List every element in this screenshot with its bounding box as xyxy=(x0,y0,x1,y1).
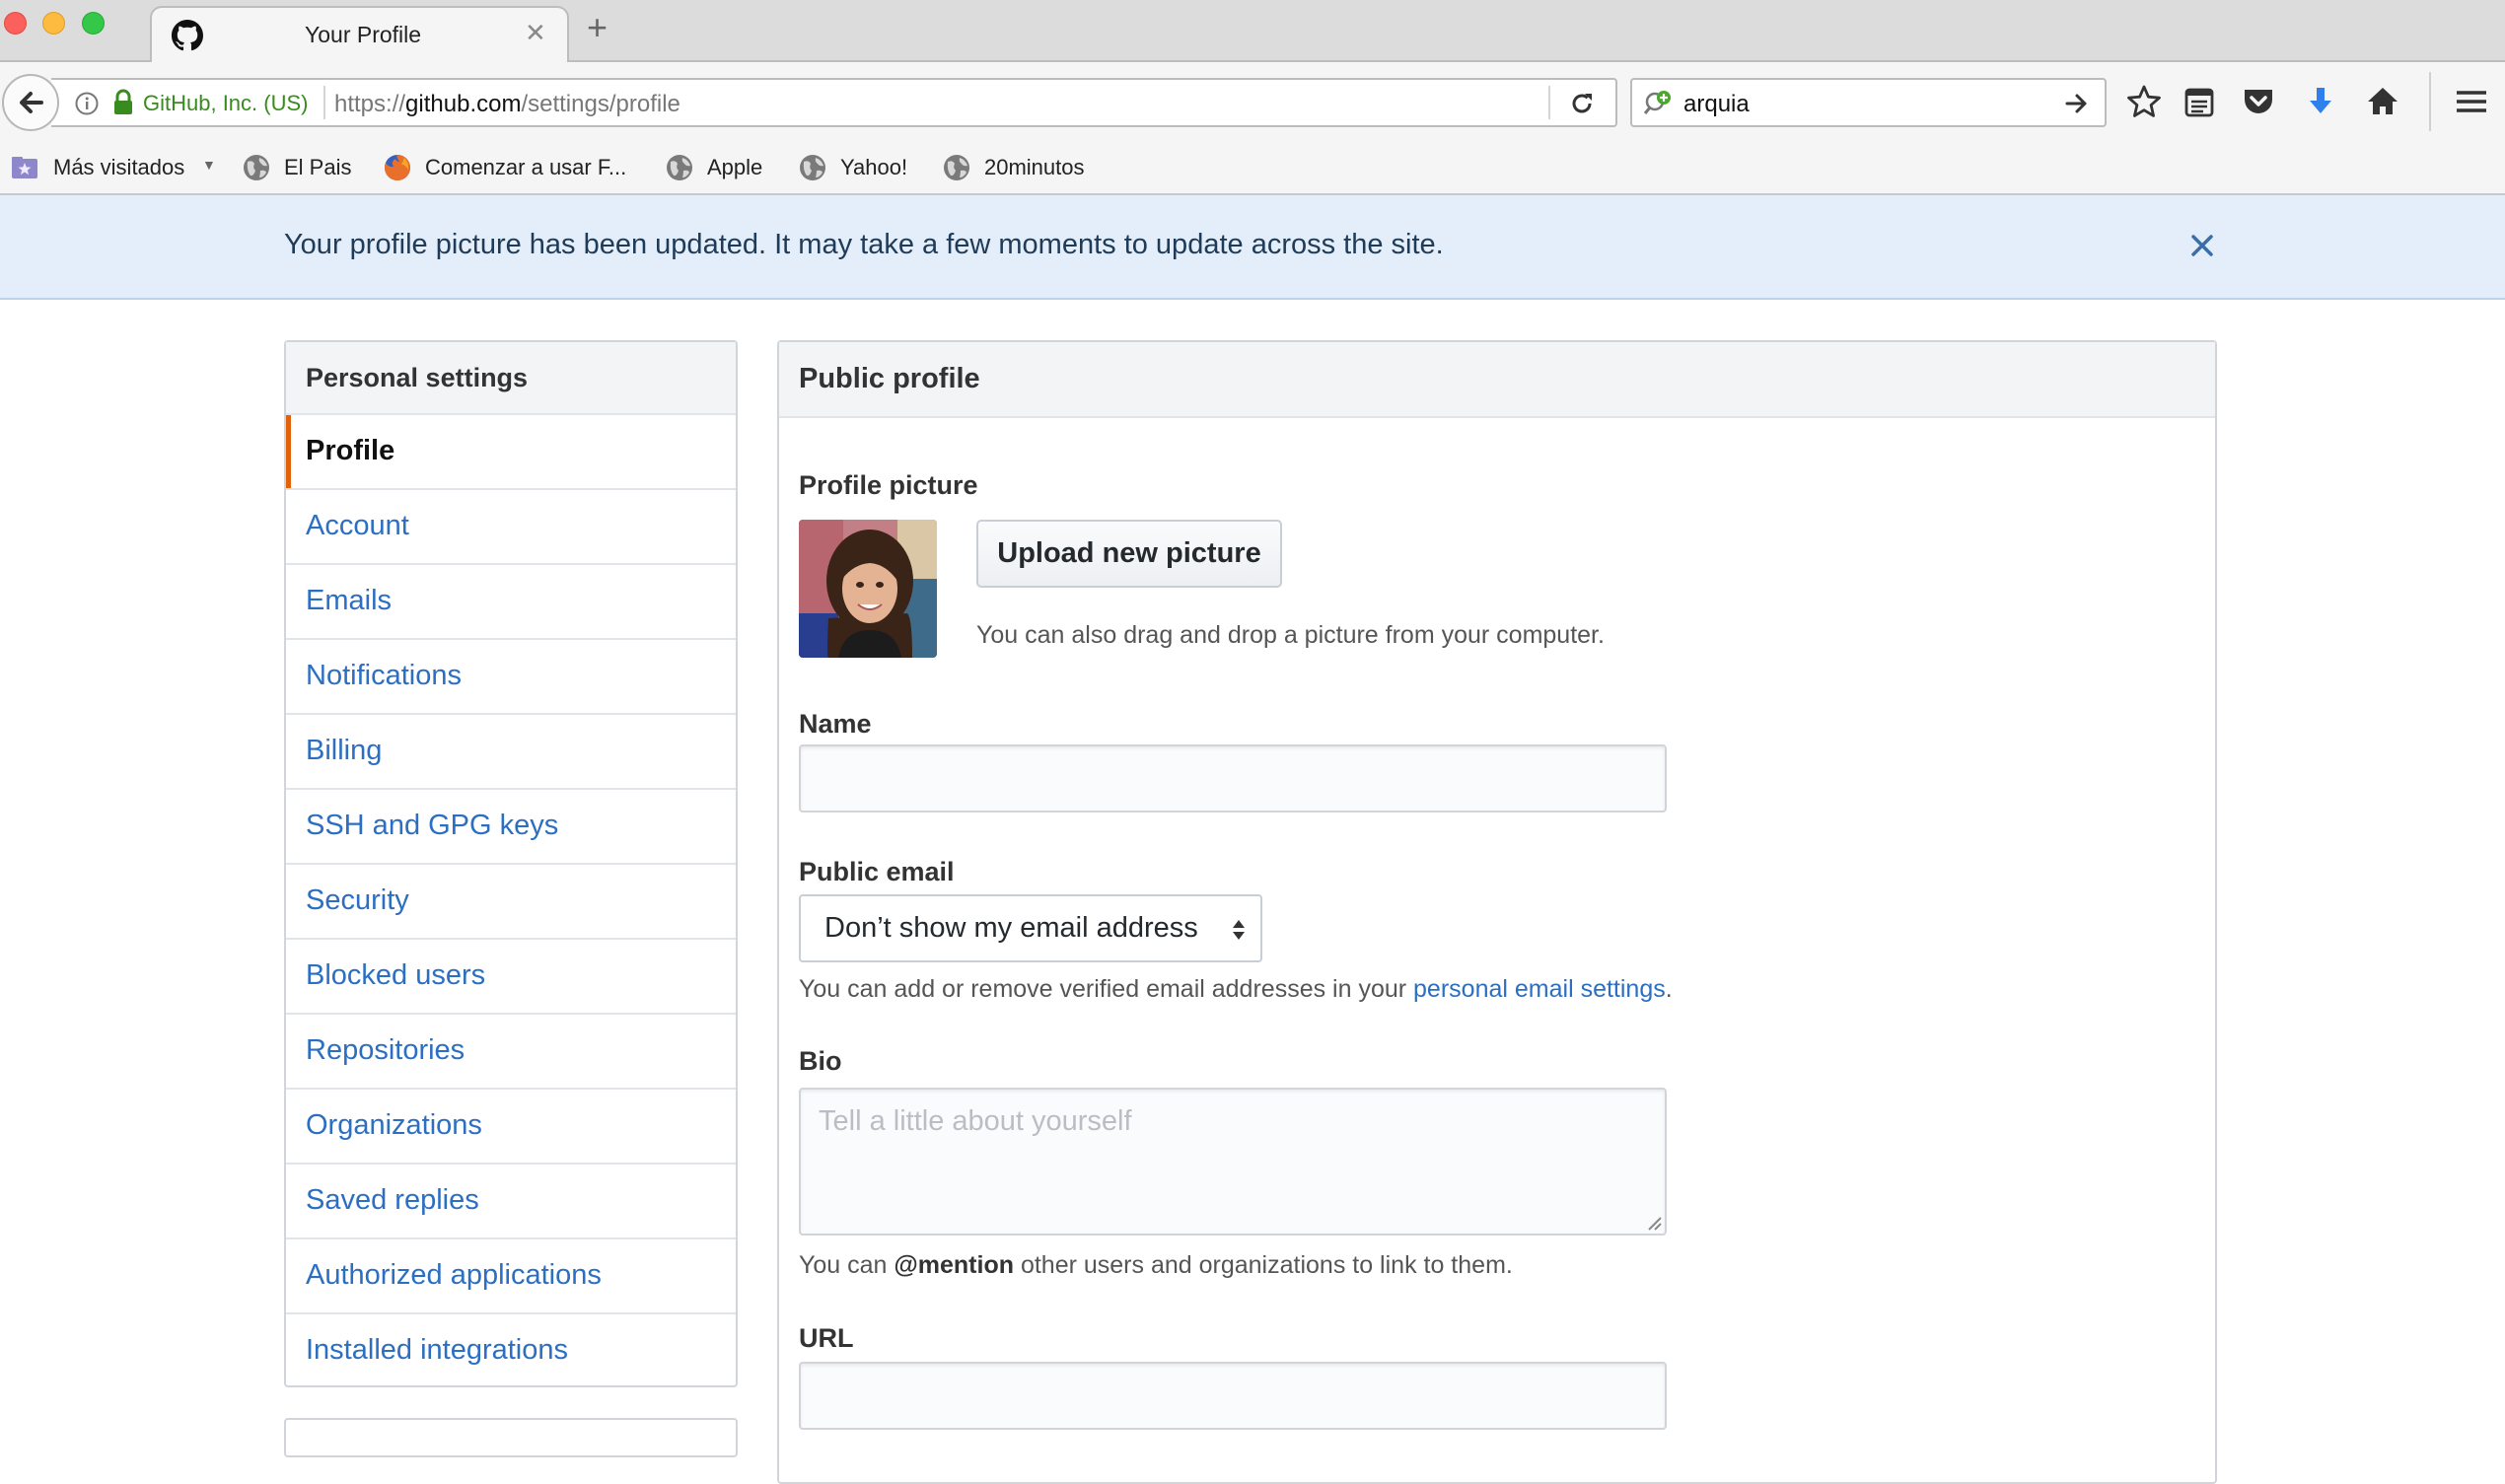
upload-picture-button[interactable]: Upload new picture xyxy=(976,520,1282,588)
flash-notice: Your profile picture has been updated. I… xyxy=(0,195,2505,300)
sidebar-item-security[interactable]: Security xyxy=(286,865,736,940)
globe-icon xyxy=(944,155,969,180)
pocket-icon[interactable] xyxy=(2241,84,2276,119)
sidebar-item-repositories[interactable]: Repositories xyxy=(286,1015,736,1090)
search-engine-add-icon xyxy=(1644,91,1671,114)
site-identity[interactable]: GitHub, Inc. (US) xyxy=(143,91,308,116)
sidebar-item-notifications[interactable]: Notifications xyxy=(286,640,736,715)
url-label: URL xyxy=(799,1323,854,1353)
public-email-select[interactable]: Don’t show my email address xyxy=(799,894,1262,962)
bookmark-label: Comenzar a usar F... xyxy=(425,155,627,179)
window-minimize-button[interactable] xyxy=(42,12,65,35)
mention-keyword: @mention xyxy=(894,1251,1014,1279)
resize-grip-icon[interactable] xyxy=(1643,1212,1663,1232)
globe-icon xyxy=(667,155,692,180)
bio-hint: You can @mention other users and organiz… xyxy=(799,1251,1513,1280)
tab-strip: Your Profile ✕ + xyxy=(0,0,2505,64)
sidebar-item-installed-integrations[interactable]: Installed integrations xyxy=(286,1314,736,1389)
public-email-selected: Don’t show my email address xyxy=(824,912,1198,944)
sidebar-item-saved-replies[interactable]: Saved replies xyxy=(286,1165,736,1239)
secondary-sidebar-box xyxy=(284,1418,738,1457)
reload-divider xyxy=(1548,86,1550,119)
url-text[interactable]: https://github.com/settings/profile xyxy=(334,91,680,118)
bookmark-star-icon[interactable] xyxy=(2126,84,2162,119)
info-icon[interactable] xyxy=(75,92,99,115)
public-profile-panel: Public profile Profile picture Upload ne… xyxy=(777,340,2217,1484)
search-bar[interactable]: arquia xyxy=(1630,78,2107,127)
settings-sidebar: Personal settings Profile Account Emails… xyxy=(284,340,738,1387)
url-divider xyxy=(323,86,325,119)
sidebar-item-authorized-applications[interactable]: Authorized applications xyxy=(286,1239,736,1314)
name-input[interactable] xyxy=(799,744,1667,813)
search-input[interactable]: arquia xyxy=(1683,91,1750,118)
bio-label: Bio xyxy=(799,1046,842,1076)
personal-email-settings-link[interactable]: personal email settings xyxy=(1413,975,1666,1003)
email-hint-suffix: . xyxy=(1665,975,1673,1003)
upload-hint: You can also drag and drop a picture fro… xyxy=(976,621,1605,649)
sidebar-item-ssh-gpg-keys[interactable]: SSH and GPG keys xyxy=(286,790,736,865)
tab-close-icon[interactable]: ✕ xyxy=(525,18,546,48)
globe-icon xyxy=(244,155,269,180)
flash-message: Your profile picture has been updated. I… xyxy=(284,229,1444,260)
github-icon xyxy=(172,20,203,51)
browser-chrome: Your Profile ✕ + GitHub, Inc. (US) https… xyxy=(0,0,2505,195)
public-email-label: Public email xyxy=(799,857,955,886)
profile-picture-label: Profile picture xyxy=(799,470,978,500)
reload-icon[interactable] xyxy=(1568,90,1596,117)
new-tab-button[interactable]: + xyxy=(587,10,608,45)
url-path: /settings/profile xyxy=(521,91,680,117)
reading-list-icon[interactable] xyxy=(2182,84,2217,119)
back-arrow-icon xyxy=(20,92,43,113)
url-host: github.com xyxy=(405,91,522,117)
sidebar-item-billing[interactable]: Billing xyxy=(286,715,736,790)
bookmark-label: Más visitados xyxy=(53,155,185,179)
download-icon[interactable] xyxy=(2303,84,2338,119)
sidebar-item-account[interactable]: Account xyxy=(286,490,736,565)
close-icon[interactable] xyxy=(2189,233,2215,258)
select-arrows-icon xyxy=(1233,920,1245,940)
window-maximize-button[interactable] xyxy=(82,12,105,35)
globe-icon xyxy=(800,155,825,180)
sidebar-item-organizations[interactable]: Organizations xyxy=(286,1090,736,1165)
home-icon[interactable] xyxy=(2365,84,2400,119)
bookmark-label: El Pais xyxy=(284,155,352,179)
bookmark-label: Yahoo! xyxy=(840,155,908,179)
back-button[interactable] xyxy=(2,74,59,131)
tab-title: Your Profile xyxy=(305,22,422,47)
email-hint-prefix: You can add or remove verified email add… xyxy=(799,975,1414,1003)
navigation-toolbar: GitHub, Inc. (US) https://github.com/set… xyxy=(0,62,2505,141)
lock-icon xyxy=(114,89,132,114)
sidebar-item-profile[interactable]: Profile xyxy=(286,415,736,490)
bio-textarea[interactable]: Tell a little about yourself xyxy=(799,1088,1667,1236)
menu-hamburger-icon[interactable] xyxy=(2454,84,2489,119)
bio-hint-suffix: other users and organizations to link to… xyxy=(1014,1251,1513,1279)
url-prefix: https:// xyxy=(334,91,406,117)
sidebar-header: Personal settings xyxy=(286,342,736,415)
avatar xyxy=(799,520,937,658)
tab-your-profile[interactable]: Your Profile ✕ xyxy=(150,6,569,64)
url-bar[interactable]: GitHub, Inc. (US) https://github.com/set… xyxy=(51,78,1617,127)
email-hint: You can add or remove verified email add… xyxy=(799,975,1673,1004)
firefox-icon xyxy=(385,155,410,180)
bio-hint-prefix: You can xyxy=(799,1251,895,1279)
bookmark-label: 20minutos xyxy=(984,155,1085,179)
url-input[interactable] xyxy=(799,1362,1667,1430)
arrow-right-icon[interactable] xyxy=(2064,91,2090,116)
chevron-down-icon: ▼ xyxy=(202,157,216,173)
panel-title: Public profile xyxy=(779,342,2215,418)
sidebar-item-emails[interactable]: Emails xyxy=(286,565,736,640)
bookmarks-toolbar: Más visitados ▼ El Pais Comenzar a usar … xyxy=(0,141,2505,195)
name-label: Name xyxy=(799,709,872,739)
bio-placeholder: Tell a little about yourself xyxy=(819,1105,1132,1137)
toolbar-separator xyxy=(2429,72,2431,131)
window-close-button[interactable] xyxy=(4,12,27,35)
sidebar-item-blocked-users[interactable]: Blocked users xyxy=(286,940,736,1015)
most-visited-folder-icon xyxy=(12,157,37,178)
bookmark-label: Apple xyxy=(707,155,763,179)
